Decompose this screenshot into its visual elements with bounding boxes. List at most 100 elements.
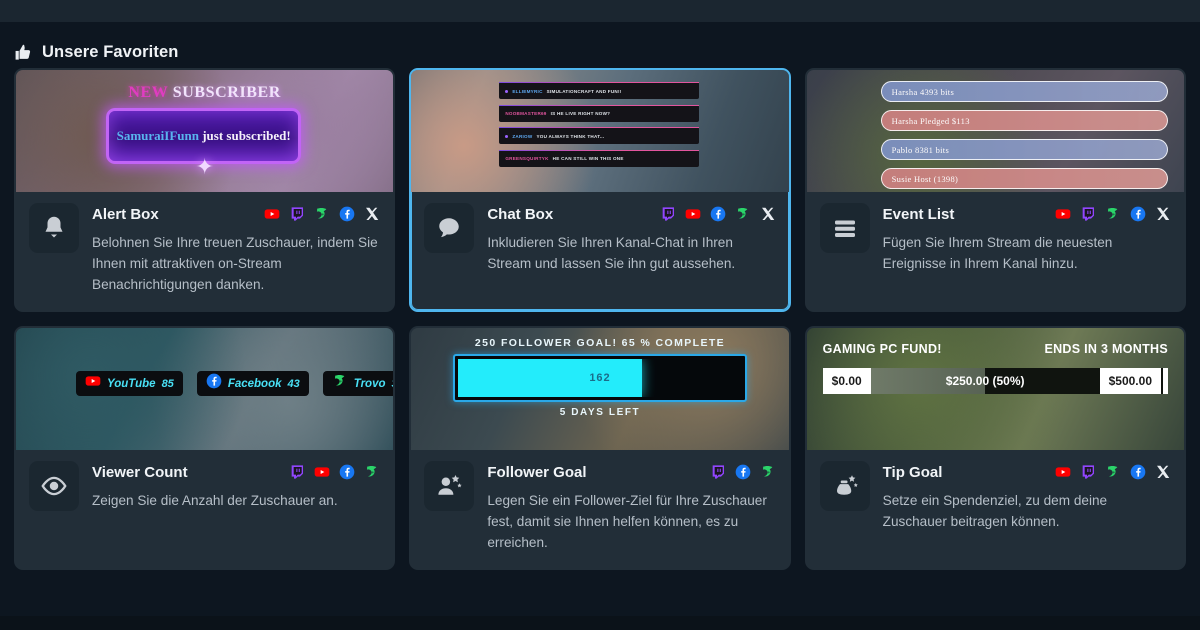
- viewer-count-row: YouTube 85 Facebook 43 Trovo 35: [76, 371, 394, 397]
- chat-message-row: ZARIOW YOU ALWAYS THINK THAT...: [499, 127, 699, 144]
- facebook-icon: [1130, 464, 1146, 480]
- facebook-icon: [339, 464, 355, 480]
- section-header: Unsere Favoriten: [0, 22, 1200, 68]
- preview-follower-goal: 250 FOLLOWER GOAL! 65 % COMPLETE 162 5 D…: [411, 328, 789, 451]
- chat-message-list: ELLIEMYRIC SIMULATIONCRAFT AND FUN!! NOO…: [499, 82, 699, 167]
- event-row: Harsha 4393 bits: [880, 81, 1168, 102]
- card-meta: Follower Goal Legen Sie ein Follower-Zie…: [487, 461, 775, 553]
- twitch-icon: [710, 464, 726, 480]
- platform-list: [1055, 464, 1171, 480]
- widget-card-follower-goal[interactable]: 250 FOLLOWER GOAL! 65 % COMPLETE 162 5 D…: [409, 326, 791, 571]
- card-title: Chat Box: [487, 205, 554, 223]
- tip-goal-caret: [1163, 368, 1168, 395]
- card-title: Viewer Count: [92, 463, 188, 481]
- favorites-page: Unsere Favoriten NEW SUBSCRIBER SamuraiI…: [0, 22, 1200, 616]
- alert-username: SamuraiIFunn: [116, 128, 199, 143]
- chat-badge-icon: [505, 134, 509, 138]
- card-description: Setze ein Spendenziel, zu dem deine Zusc…: [882, 493, 1108, 530]
- card-title: Alert Box: [92, 205, 159, 223]
- follower-goal-bar-frame: 162: [453, 354, 747, 403]
- event-row: Susie Host (1398): [880, 168, 1168, 189]
- chat-text: YOU ALWAYS THINK THAT...: [536, 133, 605, 139]
- tip-goal-max: $500.00: [1099, 368, 1161, 395]
- event-text: Pablo 8381 bits: [891, 144, 950, 155]
- card-meta-top: Alert Box: [92, 203, 380, 225]
- viewer-count-platform: YouTube: [107, 377, 156, 390]
- youtube-icon: [1055, 464, 1071, 480]
- twitch-icon: [1080, 206, 1096, 222]
- viewer-count-chip: YouTube 85: [76, 371, 183, 397]
- widget-card-tip-goal[interactable]: GAMING PC FUND! ENDS IN 3 MONTHS $0.00 $…: [804, 326, 1186, 571]
- widget-card-event-list[interactable]: Harsha 4393 bits Harsha Pledged $113 Pab…: [804, 68, 1186, 313]
- platform-list: [264, 206, 380, 222]
- platform-list: [289, 464, 380, 480]
- viewer-count-value: 85: [161, 377, 174, 390]
- widget-card-alert-box[interactable]: NEW SUBSCRIBER SamuraiIFunn just subscri…: [14, 68, 396, 313]
- preview-tip-goal: GAMING PC FUND! ENDS IN 3 MONTHS $0.00 $…: [806, 328, 1184, 451]
- card-meta: Viewer Count Zeigen Sie die Anzahl der Z…: [92, 461, 380, 511]
- preview-chat-box: ELLIEMYRIC SIMULATIONCRAFT AND FUN!! NOO…: [411, 70, 789, 192]
- youtube-icon: [264, 206, 280, 222]
- tip-goal-title: GAMING PC FUND!: [822, 342, 942, 357]
- facebook-icon: [735, 464, 751, 480]
- thumbs-up-icon: [14, 43, 33, 62]
- facebook-icon: [710, 206, 726, 222]
- viewer-count-platform: Trovo: [353, 377, 386, 390]
- chat-badge-icon: [505, 89, 509, 93]
- trovo-icon: [332, 373, 348, 394]
- card-meta: Event List Fügen Sie Ihrem Stream die ne…: [883, 203, 1171, 274]
- card-meta-top: Chat Box: [487, 203, 775, 225]
- event-row: Pablo 8381 bits: [880, 139, 1168, 160]
- platform-list: [1055, 206, 1171, 222]
- platform-list: [710, 464, 776, 480]
- follower-goal-value: 162: [589, 372, 611, 385]
- card-description: Legen Sie ein Follower-Ziel für Ihre Zus…: [487, 493, 767, 551]
- section-title: Unsere Favoriten: [42, 42, 179, 61]
- x-icon: [1155, 206, 1171, 222]
- x-icon: [364, 206, 380, 222]
- card-title: Follower Goal: [487, 463, 587, 481]
- event-text: Susie Host (1398): [891, 173, 959, 184]
- alert-heading-highlight: NEW: [128, 84, 169, 101]
- youtube-icon: [85, 373, 101, 394]
- card-body: Alert Box Belohnen Sie Ihre treuen Zusch…: [16, 192, 393, 310]
- viewer-count-chip: Trovo 35: [322, 371, 394, 397]
- chat-text: SIMULATIONCRAFT AND FUN!!: [546, 88, 622, 94]
- card-meta: Tip Goal Setze ein Spendenziel, zu dem d…: [883, 461, 1171, 532]
- youtube-icon: [314, 464, 330, 480]
- card-meta-top: Follower Goal: [487, 461, 775, 483]
- card-body: Follower Goal Legen Sie ein Follower-Zie…: [411, 450, 788, 568]
- widget-card-chat-box[interactable]: ELLIEMYRIC SIMULATIONCRAFT AND FUN!! NOO…: [409, 68, 791, 313]
- card-meta-top: Event List: [883, 203, 1171, 225]
- trovo-icon: [1105, 464, 1121, 480]
- trovo-icon: [760, 464, 776, 480]
- widget-card-viewer-count[interactable]: YouTube 85 Facebook 43 Trovo 35 Viewer C…: [14, 326, 396, 571]
- alert-heading-rest: SUBSCRIBER: [168, 84, 281, 101]
- twitch-icon: [660, 206, 676, 222]
- list-icon: [819, 203, 870, 253]
- event-text: Harsha 4393 bits: [891, 86, 955, 97]
- x-icon: [1155, 464, 1171, 480]
- follower-goal-bar: 162: [458, 359, 742, 398]
- tip-goal-progress: $250.00 (50%): [870, 368, 1100, 395]
- alert-message: SamuraiIFunn just subscribed!: [117, 128, 291, 144]
- follower-goal-heading: 250 FOLLOWER GOAL! 65 % COMPLETE: [474, 337, 726, 350]
- preview-alert-box: NEW SUBSCRIBER SamuraiIFunn just subscri…: [16, 70, 394, 192]
- alert-message-text: just subscribed!: [198, 128, 291, 143]
- trovo-icon: [314, 206, 330, 222]
- youtube-icon: [685, 206, 701, 222]
- bottom-bar: [0, 616, 1200, 630]
- widget-grid: NEW SUBSCRIBER SamuraiIFunn just subscri…: [0, 68, 1200, 571]
- twitch-icon: [289, 464, 305, 480]
- viewer-count-chip: Facebook 43: [196, 371, 309, 397]
- trovo-icon: [1105, 206, 1121, 222]
- chat-message-row: GREENSQUIRTYK HE CAN STILL WIN THIS ONE: [499, 149, 699, 167]
- card-meta-top: Tip Goal: [883, 461, 1171, 483]
- youtube-icon: [1055, 206, 1071, 222]
- card-description: Belohnen Sie Ihre treuen Zuschauer, inde…: [92, 235, 378, 293]
- viewer-count-platform: Facebook: [227, 377, 282, 390]
- facebook-icon: [339, 206, 355, 222]
- chat-username: ZARIOW: [512, 133, 533, 139]
- card-description: Zeigen Sie die Anzahl der Zuschauer an.: [92, 493, 338, 509]
- card-meta-top: Viewer Count: [92, 461, 380, 483]
